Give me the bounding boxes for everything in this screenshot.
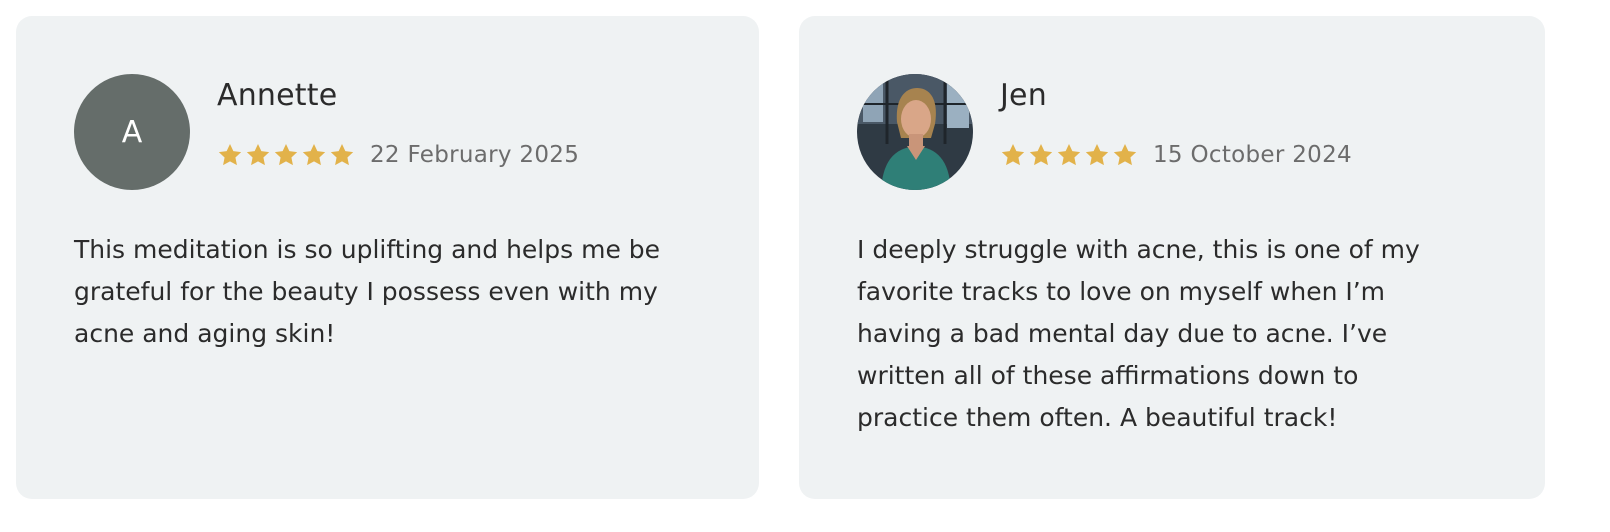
star-rating bbox=[217, 142, 355, 168]
star-icon bbox=[217, 142, 243, 168]
review-meta: 22 February 2025 bbox=[217, 138, 579, 172]
review-meta: 15 October 2024 bbox=[1000, 138, 1352, 172]
avatar: A bbox=[74, 74, 190, 190]
review-date: 15 October 2024 bbox=[1153, 142, 1352, 168]
review-date: 22 February 2025 bbox=[370, 142, 580, 168]
reviewer-name: Jen bbox=[1000, 78, 1047, 113]
star-icon bbox=[1112, 142, 1138, 168]
avatar bbox=[857, 74, 973, 190]
star-icon bbox=[329, 142, 355, 168]
review-card: A Annette 22 February 2025 This meditati… bbox=[16, 16, 759, 499]
avatar-initial: A bbox=[121, 114, 143, 150]
star-icon bbox=[301, 142, 327, 168]
star-rating bbox=[1000, 142, 1138, 168]
star-icon bbox=[1056, 142, 1082, 168]
star-icon bbox=[1084, 142, 1110, 168]
star-icon bbox=[1028, 142, 1054, 168]
star-icon bbox=[273, 142, 299, 168]
reviews-list: A Annette 22 February 2025 This meditati… bbox=[16, 16, 1545, 499]
review-card: Jen 15 October 2024 I deeply struggle wi… bbox=[799, 16, 1545, 499]
star-icon bbox=[1000, 142, 1026, 168]
star-icon bbox=[245, 142, 271, 168]
review-text: This meditation is so uplifting and help… bbox=[74, 235, 661, 348]
avatar-photo bbox=[857, 74, 973, 190]
review-text: I deeply struggle with acne, this is one… bbox=[857, 235, 1420, 432]
reviewer-name: Annette bbox=[217, 78, 338, 113]
